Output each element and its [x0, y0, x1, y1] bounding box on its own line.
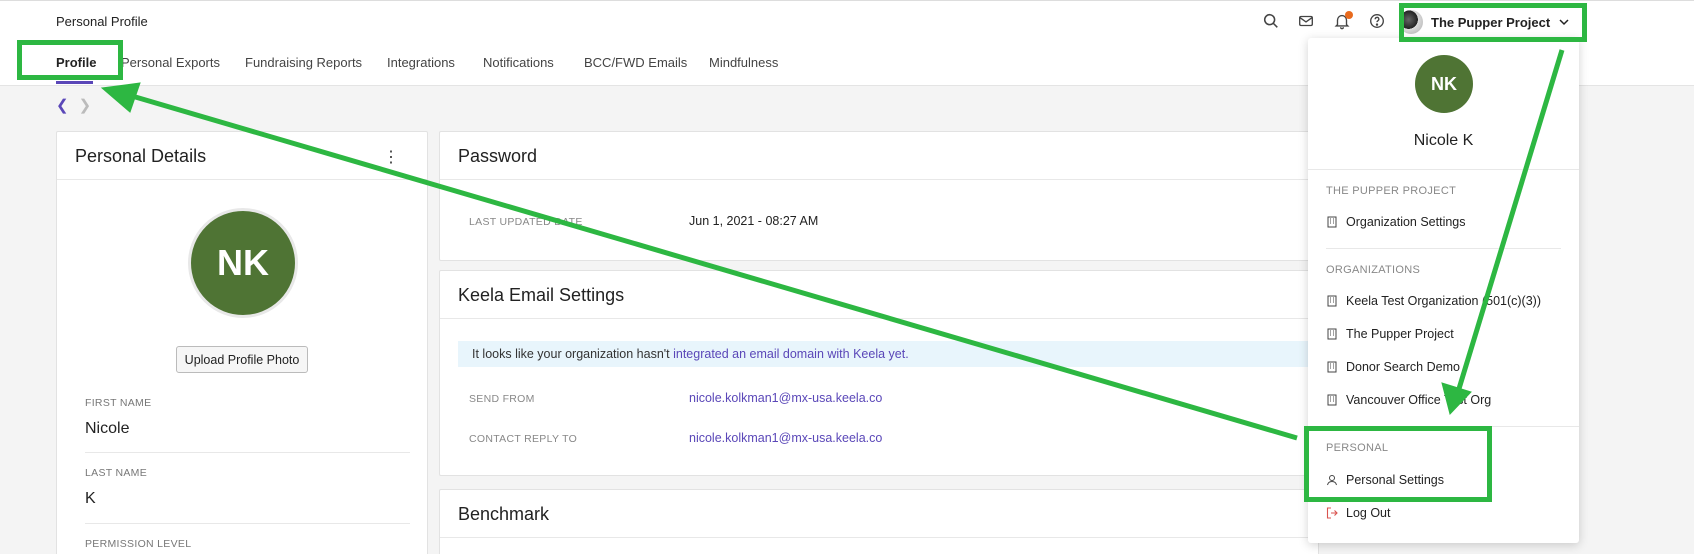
last-name-label: LAST NAME — [85, 467, 148, 479]
personal-settings-item[interactable]: Personal Settings — [1326, 473, 1444, 487]
personal-details-header: Personal Details ⋮ — [57, 132, 427, 180]
current-org-section-label: THE PUPPER PROJECT — [1326, 185, 1457, 197]
info-text: It looks like your organization hasn't — [472, 347, 674, 361]
last-updated-value: Jun 1, 2021 - 08:27 AM — [689, 214, 819, 228]
account-dropdown-menu: NK Nicole K THE PUPPER PROJECT Organizat… — [1308, 38, 1579, 543]
building-icon — [1327, 295, 1337, 307]
chevron-right-icon[interactable]: ❯ — [79, 97, 92, 114]
org-item[interactable]: Vancouver Office Test Org — [1326, 393, 1491, 407]
org-item[interactable]: Donor Search Demo — [1326, 360, 1460, 374]
log-out-item[interactable]: Log Out — [1326, 506, 1390, 520]
benchmark-card: Benchmark — [439, 489, 1319, 554]
divider — [1326, 248, 1561, 249]
chevron-left-icon[interactable]: ❮ — [56, 97, 69, 114]
page-title: Personal Profile — [56, 14, 148, 29]
tab-fundraising-reports[interactable]: Fundraising Reports — [245, 55, 362, 70]
building-icon — [1327, 394, 1337, 406]
personal-details-title: Personal Details — [75, 146, 207, 166]
notification-dot — [1345, 11, 1353, 19]
password-title: Password — [440, 132, 1318, 180]
org-item[interactable]: The Pupper Project — [1326, 327, 1454, 341]
email-domain-info-banner: It looks like your organization hasn't i… — [458, 341, 1318, 367]
first-name-label: FIRST NAME — [85, 397, 152, 409]
tab-profile[interactable]: Profile — [56, 55, 96, 70]
avatar: NK — [188, 208, 298, 318]
org-item[interactable]: Keela Test Organization (501(c)(3)) — [1326, 294, 1541, 308]
first-name-value: Nicole — [85, 420, 130, 437]
log-out-icon — [1326, 507, 1338, 519]
benchmark-title: Benchmark — [440, 490, 1318, 538]
contact-reply-to-value[interactable]: nicole.kolkman1@mx-usa.keela.co — [689, 431, 882, 445]
user-name: Nicole K — [1413, 132, 1474, 149]
divider — [1308, 426, 1579, 427]
org-avatar — [1399, 10, 1423, 34]
organization-settings-item[interactable]: Organization Settings — [1326, 215, 1466, 229]
building-icon — [1327, 361, 1337, 373]
send-from-label: SEND FROM — [469, 393, 535, 405]
divider — [85, 452, 410, 453]
personal-details-card: Personal Details ⋮ NK Upload Profile Pho… — [56, 131, 428, 554]
email-settings-title: Keela Email Settings — [440, 271, 1318, 319]
personal-section-label: PERSONAL — [1326, 442, 1389, 454]
avatar: NK — [1415, 55, 1473, 113]
tab-scroll-arrows: ❮ ❯ — [56, 96, 91, 114]
help-icon[interactable] — [1368, 12, 1388, 32]
org-switcher-button[interactable]: The Pupper Project — [1399, 7, 1587, 37]
building-icon — [1327, 216, 1337, 228]
organizations-section-label: ORGANIZATIONS — [1326, 264, 1421, 276]
contact-reply-to-label: CONTACT REPLY TO — [469, 433, 578, 445]
search-icon[interactable] — [1262, 12, 1282, 32]
password-card: Password LAST UPDATED DATE Jun 1, 2021 -… — [439, 131, 1319, 261]
divider — [1308, 169, 1579, 170]
permission-level-label: PERMISSION LEVEL — [85, 538, 192, 550]
active-tab-indicator — [56, 81, 93, 84]
upload-profile-photo-button[interactable]: Upload Profile Photo — [176, 346, 308, 373]
bell-icon[interactable] — [1333, 11, 1353, 32]
chevron-down-icon — [1559, 19, 1569, 26]
tab-bcc-fwd-emails[interactable]: BCC/FWD Emails — [584, 55, 687, 70]
tab-mindfulness[interactable]: Mindfulness — [709, 55, 778, 70]
tab-integrations[interactable]: Integrations — [387, 55, 455, 70]
building-icon — [1327, 328, 1337, 340]
tab-notifications[interactable]: Notifications — [483, 55, 554, 70]
tab-personal-exports[interactable]: Personal Exports — [121, 55, 220, 70]
org-name: The Pupper Project — [1431, 14, 1551, 30]
last-updated-label: LAST UPDATED DATE — [469, 216, 583, 228]
user-icon — [1327, 475, 1337, 486]
email-settings-card: Keela Email Settings It looks like your … — [439, 270, 1319, 476]
mail-icon[interactable] — [1297, 12, 1317, 32]
kebab-menu-icon[interactable]: ⋮ — [383, 147, 399, 167]
last-name-value: K — [85, 490, 96, 507]
send-from-value[interactable]: nicole.kolkman1@mx-usa.keela.co — [689, 391, 882, 405]
integrate-email-domain-link[interactable]: integrated an email domain with Keela ye… — [673, 347, 909, 361]
divider — [85, 523, 410, 524]
top-bar: Personal Profile The Pupper Project — [0, 0, 1694, 43]
